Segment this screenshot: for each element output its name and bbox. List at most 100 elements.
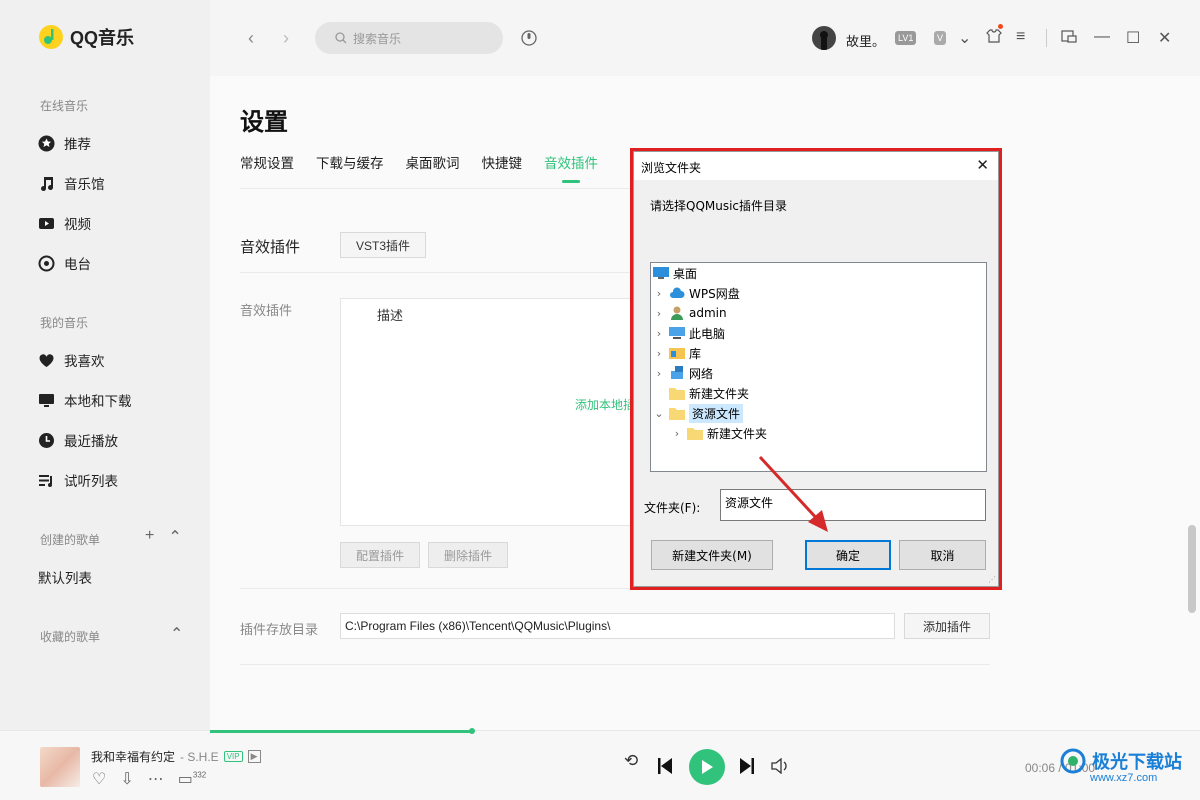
folder-tree[interactable]: 桌面 › WPS网盘 › admin › 此电脑 › 库 › 网络 新建文件夹 … [650, 262, 987, 472]
divider [1046, 29, 1047, 47]
collapse-icon[interactable]: ⌃ [170, 624, 183, 644]
mv-icon[interactable]: ▶ [247, 750, 261, 763]
avatar[interactable] [812, 26, 836, 50]
tree-item-label: WPS网盘 [689, 286, 740, 301]
like-icon[interactable]: ♡ [92, 769, 106, 789]
add-plugin-button[interactable]: 添加插件 [904, 613, 990, 639]
created-controls: + ⌃ [145, 527, 182, 547]
tab-general[interactable]: 常规设置 [240, 152, 294, 172]
app-logo[interactable]: QQ音乐 [38, 24, 134, 50]
download-icon[interactable]: ⇩ [120, 769, 133, 789]
close-icon[interactable]: ✕ [976, 156, 989, 174]
desktop-icon [653, 267, 669, 279]
search-placeholder: 搜索音乐 [353, 31, 402, 46]
play-button[interactable] [689, 749, 725, 785]
song-actions: ♡ ⇩ ⋯ ▭332 [92, 769, 206, 789]
ok-button[interactable]: 确定 [805, 540, 891, 570]
mini-mode-icon[interactable] [1061, 28, 1077, 44]
voice-search-icon[interactable] [520, 28, 538, 48]
notification-dot [998, 24, 1003, 29]
loop-icon[interactable]: ⟲ [624, 751, 638, 771]
config-plugin-button[interactable]: 配置插件 [340, 542, 420, 568]
progress-bar-fill[interactable] [210, 730, 472, 733]
expand-chevron-icon[interactable]: › [653, 367, 665, 380]
menu-icon[interactable]: ≡ [1016, 28, 1025, 46]
sidebar-item-playlist[interactable]: 试听列表 [38, 470, 118, 490]
tree-item-sub-new-folder[interactable]: › 新建文件夹 [671, 423, 767, 443]
tree-item-admin[interactable]: › admin [653, 303, 727, 323]
tree-item-desktop[interactable]: 桌面 [653, 263, 697, 283]
star-icon [38, 135, 55, 151]
progress-handle[interactable] [469, 728, 475, 734]
tree-item-label: 新建文件夹 [689, 386, 750, 401]
search-input[interactable]: 搜索音乐 [315, 22, 503, 54]
level-badge[interactable]: LV1 [895, 31, 917, 45]
plugin-dir-field[interactable]: C:\Program Files (x86)\Tencent\QQMusic\P… [340, 613, 895, 639]
forward-arrow-icon[interactable]: › [283, 28, 289, 49]
expand-chevron-icon[interactable]: › [653, 307, 665, 320]
add-playlist-icon[interactable]: + [145, 527, 154, 547]
folder-icon [687, 428, 703, 440]
tree-item-resources[interactable]: ⌄ 资源文件 [653, 403, 744, 423]
sidebar-item-favorites[interactable]: 我喜欢 [38, 350, 105, 370]
tab-download[interactable]: 下载与缓存 [316, 152, 384, 172]
sidebar-item-recommend[interactable]: 推荐 [38, 133, 91, 153]
expand-chevron-icon[interactable]: › [653, 347, 665, 360]
chevron-down-icon[interactable]: ⌄ [958, 28, 971, 48]
volume-icon[interactable] [771, 758, 789, 774]
tab-audio-plugins[interactable]: 音效插件 [544, 152, 598, 183]
sidebar-item-radio[interactable]: 电台 [38, 253, 91, 273]
sidebar-item-local[interactable]: 本地和下载 [38, 390, 132, 410]
maximize-icon[interactable]: ☐ [1126, 28, 1140, 48]
scrollbar[interactable] [1188, 525, 1196, 613]
new-folder-button[interactable]: 新建文件夹(M) [651, 540, 773, 570]
sidebar-item-music-hall[interactable]: 音乐馆 [38, 173, 105, 193]
vip-badge[interactable]: V [934, 31, 947, 45]
tab-shortcuts[interactable]: 快捷键 [482, 152, 523, 172]
expand-chevron-icon[interactable]: › [653, 287, 665, 300]
song-artist[interactable]: - S.H.E [180, 750, 219, 764]
comment-count: 332 [192, 770, 207, 780]
sidebar-item-label: 试听列表 [64, 474, 118, 489]
delete-plugin-button[interactable]: 删除插件 [428, 542, 508, 568]
sidebar-item-default-list[interactable]: 默认列表 [38, 567, 92, 587]
dialog-title: 浏览文件夹 [641, 161, 702, 175]
comment-icon[interactable]: ▭332 [178, 769, 206, 789]
collapse-icon[interactable]: ⌃ [168, 527, 181, 547]
heart-icon [39, 353, 54, 367]
skin-icon[interactable] [986, 28, 1002, 44]
playlist-icon [39, 474, 52, 487]
expand-chevron-icon[interactable]: › [653, 327, 665, 340]
add-local-plugin-link[interactable]: 添加本地插 [575, 396, 635, 413]
top-bar: ‹ › 搜索音乐 故里。 LV1 V ⌄ ≡ — ☐ ✕ [210, 0, 1200, 76]
dialog-titlebar[interactable]: 浏览文件夹 ✕ [634, 152, 998, 180]
album-cover[interactable] [40, 747, 80, 787]
sidebar-item-recent[interactable]: 最近播放 [38, 430, 118, 450]
minimize-icon[interactable]: — [1094, 28, 1110, 46]
tree-item-this-pc[interactable]: › 此电脑 [653, 323, 725, 343]
tab-desktop-lyrics[interactable]: 桌面歌词 [406, 152, 460, 172]
monitor-icon [39, 393, 54, 407]
section-created-title: 创建的歌单 [40, 533, 101, 547]
vst3-plugin-button[interactable]: VST3插件 [340, 232, 426, 258]
more-icon[interactable]: ⋯ [148, 769, 164, 789]
resize-grip-icon[interactable]: ⋰ [988, 575, 996, 584]
vip-tag: VIP [223, 751, 243, 762]
collapse-chevron-icon[interactable]: ⌄ [653, 407, 665, 420]
play-icon [702, 760, 713, 774]
tree-item-new-folder[interactable]: 新建文件夹 [669, 383, 749, 403]
back-arrow-icon[interactable]: ‹ [248, 28, 254, 49]
expand-chevron-icon[interactable]: › [671, 427, 683, 440]
song-title[interactable]: 我和幸福有约定 [91, 748, 175, 765]
tree-item-label: 网络 [689, 366, 714, 381]
cancel-button[interactable]: 取消 [899, 540, 986, 570]
tree-item-wps[interactable]: › WPS网盘 [653, 283, 740, 303]
close-icon[interactable]: ✕ [1158, 28, 1171, 48]
previous-icon[interactable] [657, 757, 673, 775]
username[interactable]: 故里。 [846, 31, 885, 50]
page-title: 设置 [240, 109, 288, 136]
tree-item-library[interactable]: › 库 [653, 343, 701, 363]
next-icon[interactable] [739, 757, 755, 775]
sidebar-item-video[interactable]: 视频 [38, 213, 91, 233]
tree-item-network[interactable]: › 网络 [653, 363, 713, 383]
